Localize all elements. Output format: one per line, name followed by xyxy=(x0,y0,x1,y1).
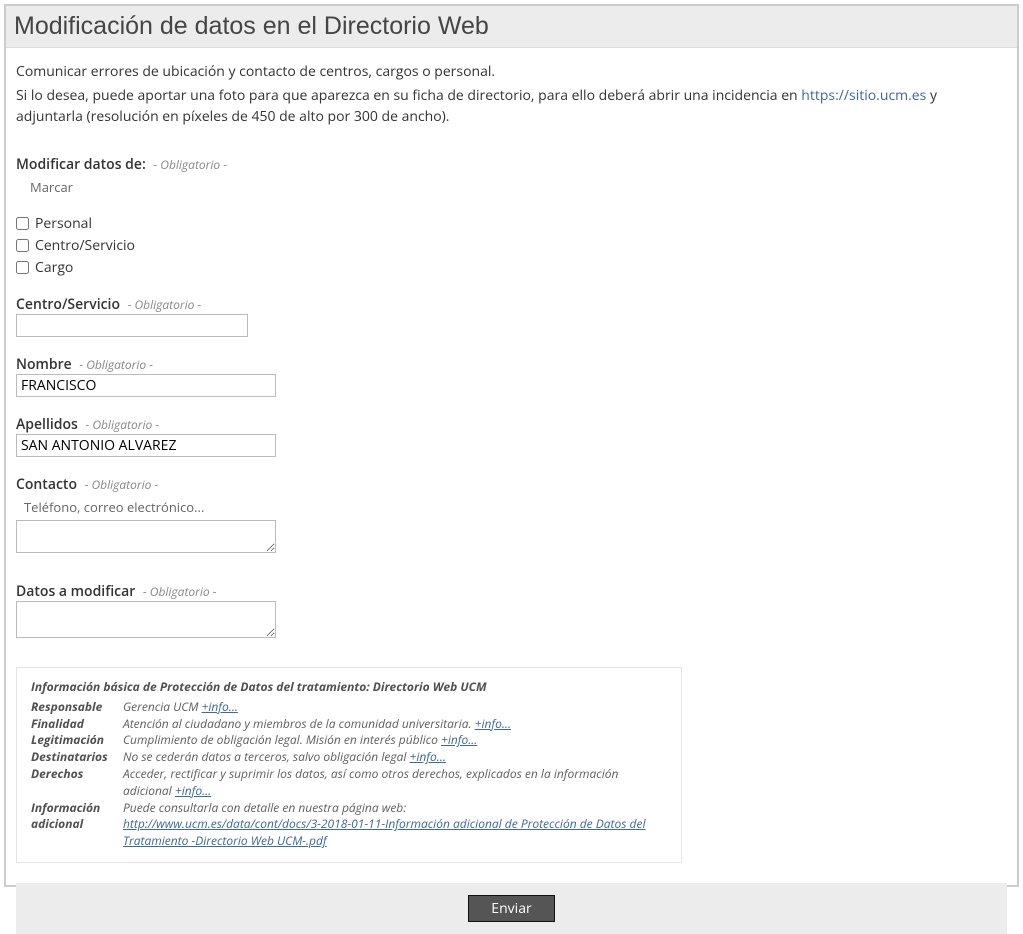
checkbox-label-cargo: Cargo xyxy=(35,258,73,277)
submit-button[interactable]: Enviar xyxy=(468,895,554,922)
dp-v-derechos: Acceder, rectificar y suprimir los datos… xyxy=(123,766,667,800)
label-centro: Centro/Servicio xyxy=(16,295,120,314)
label-datos: Datos a modificar xyxy=(16,582,135,601)
checkbox-centro[interactable] xyxy=(16,239,29,252)
dp-text-destinatarios: No se cederán datos a terceros, salvo ob… xyxy=(123,748,410,765)
textarea-contacto[interactable] xyxy=(16,520,276,553)
checkbox-personal[interactable] xyxy=(16,217,29,230)
dp-row-destinatarios: Destinatarios No se cederán datos a terc… xyxy=(31,749,667,766)
field-datos: Datos a modificar - Obligatorio - xyxy=(16,582,1007,643)
field-nombre: Nombre - Obligatorio - xyxy=(16,355,1007,397)
dp-k-responsable: Responsable xyxy=(31,699,109,716)
hint-obligatorio: - Obligatorio - xyxy=(153,156,227,173)
intro-line-1: Comunicar errores de ubicación y contact… xyxy=(16,62,1007,82)
field-apellidos: Apellidos - Obligatorio - xyxy=(16,415,1007,457)
hint-obligatorio-contacto: - Obligatorio - xyxy=(85,476,159,493)
subhint-contacto: Teléfono, correo electrónico... xyxy=(24,498,1007,516)
checkbox-row-centro: Centro/Servicio xyxy=(16,236,1007,255)
dp-k-legitimacion: Legitimación xyxy=(31,732,109,749)
input-centro[interactable] xyxy=(16,314,248,337)
dp-text-responsable: Gerencia UCM xyxy=(123,698,202,715)
checkbox-row-cargo: Cargo xyxy=(16,258,1007,277)
hint-obligatorio-centro: - Obligatorio - xyxy=(128,296,202,313)
checkbox-cargo[interactable] xyxy=(16,261,29,274)
field-centro: Centro/Servicio - Obligatorio - xyxy=(16,295,1007,337)
dp-row-legitimacion: Legitimación Cumplimiento de obligación … xyxy=(31,732,667,749)
intro-line-2: Si lo desea, puede aportar una foto para… xyxy=(16,86,1007,127)
dp-row-derechos: Derechos Acceder, rectificar y suprimir … xyxy=(31,766,667,800)
plusinfo-legitimacion[interactable]: +info... xyxy=(441,731,477,748)
checkbox-label-personal: Personal xyxy=(35,214,92,233)
hint-obligatorio-datos: - Obligatorio - xyxy=(143,583,217,600)
page-title: Modificación de datos en el Directorio W… xyxy=(14,12,1009,41)
input-nombre[interactable] xyxy=(16,374,276,397)
label-modificar: Modificar datos de: xyxy=(16,155,146,174)
field-modificar: Modificar datos de: - Obligatorio - Marc… xyxy=(16,155,1007,277)
dp-k-finalidad: Finalidad xyxy=(31,716,109,733)
dp-k-destinatarios: Destinatarios xyxy=(31,749,109,766)
dp-v-info: Puede consultarla con detalle en nuestra… xyxy=(123,800,667,850)
label-apellidos: Apellidos xyxy=(16,415,78,434)
dp-v-finalidad: Atención al ciudadano y miembros de la c… xyxy=(123,716,667,733)
dp-k-derechos: Derechos xyxy=(31,766,109,800)
title-bar: Modificación de datos en el Directorio W… xyxy=(6,6,1017,48)
dp-row-responsable: Responsable Gerencia UCM +info... xyxy=(31,699,667,716)
dp-v-responsable: Gerencia UCM +info... xyxy=(123,699,667,716)
input-apellidos[interactable] xyxy=(16,434,276,457)
dp-k-info: Información adicional xyxy=(31,800,109,850)
dp-text-info: Puede consultarla con detalle en nuestra… xyxy=(123,799,406,816)
plusinfo-finalidad[interactable]: +info... xyxy=(475,715,511,732)
dp-text-finalidad: Atención al ciudadano y miembros de la c… xyxy=(123,715,475,732)
label-contacto: Contacto xyxy=(16,475,77,494)
plusinfo-destinatarios[interactable]: +info... xyxy=(410,748,446,765)
dp-text-legitimacion: Cumplimiento de obligación legal. Misión… xyxy=(123,731,441,748)
form-frame: Modificación de datos en el Directorio W… xyxy=(4,4,1019,887)
field-contacto: Contacto - Obligatorio - Teléfono, corre… xyxy=(16,475,1007,558)
dp-row-finalidad: Finalidad Atención al ciudadano y miembr… xyxy=(31,716,667,733)
plusinfo-derechos[interactable]: +info... xyxy=(175,782,211,799)
dp-v-destinatarios: No se cederán datos a terceros, salvo ob… xyxy=(123,749,667,766)
checkbox-label-centro: Centro/Servicio xyxy=(35,236,135,255)
hint-obligatorio-apellidos: - Obligatorio - xyxy=(85,416,159,433)
intro-block: Comunicar errores de ubicación y contact… xyxy=(6,48,1017,147)
label-nombre: Nombre xyxy=(16,355,72,374)
subhint-marcar: Marcar xyxy=(30,178,1007,196)
form-body: Modificar datos de: - Obligatorio - Marc… xyxy=(6,155,1017,934)
data-protection-box: Información básica de Protección de Dato… xyxy=(16,667,682,863)
textarea-datos[interactable] xyxy=(16,601,276,638)
checkbox-row-personal: Personal xyxy=(16,214,1007,233)
incidencia-link[interactable]: https://sitio.ucm.es xyxy=(801,86,926,105)
intro-line-2a: Si lo desea, puede aportar una foto para… xyxy=(16,86,801,105)
hint-obligatorio-nombre: - Obligatorio - xyxy=(79,356,153,373)
dp-row-info: Información adicional Puede consultarla … xyxy=(31,800,667,850)
dp-v-legitimacion: Cumplimiento de obligación legal. Misión… xyxy=(123,732,667,749)
dp-title: Información básica de Protección de Dato… xyxy=(31,678,667,695)
plusinfo-responsable[interactable]: +info... xyxy=(202,698,238,715)
dp-info-link[interactable]: http://www.ucm.es/data/cont/docs/3-2018-… xyxy=(123,815,646,849)
